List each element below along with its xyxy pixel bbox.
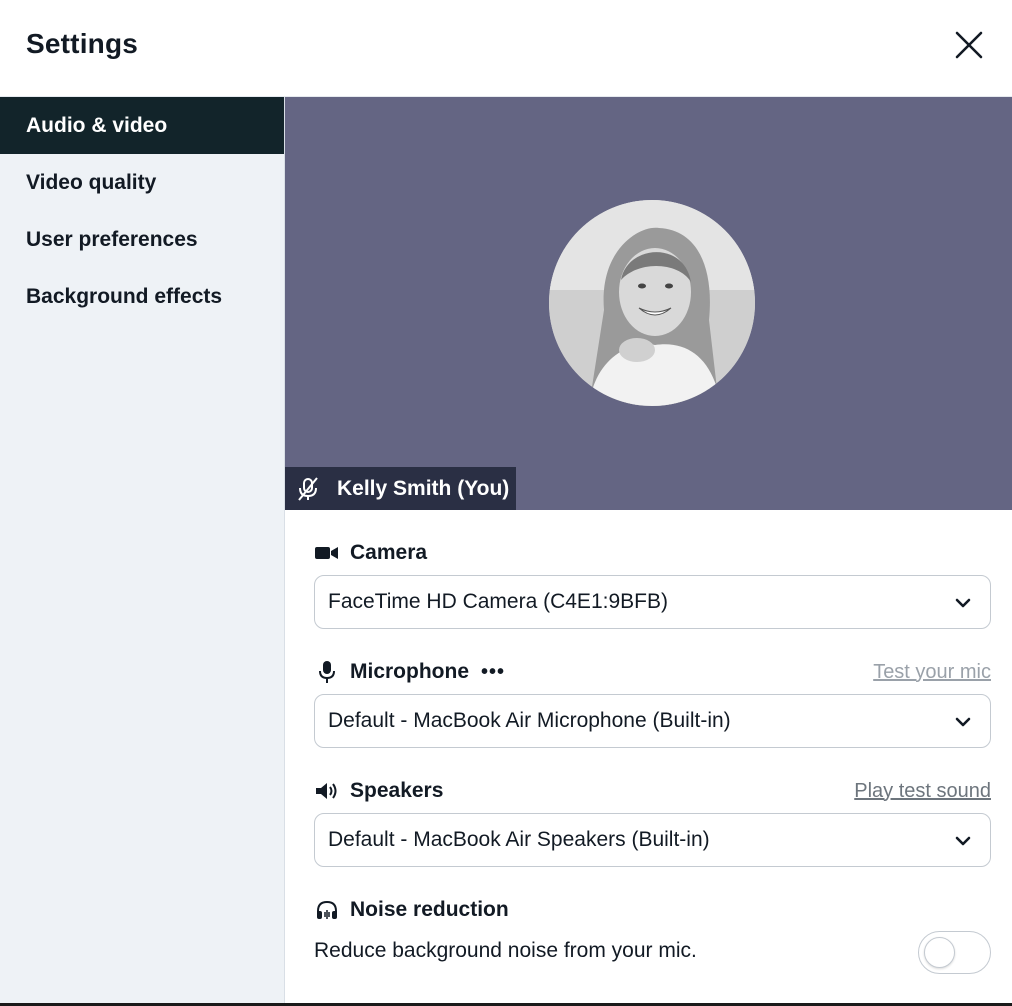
speaker-icon [314,778,340,804]
sidebar-item-audio-video[interactable]: Audio & video [0,97,284,154]
microphone-label-row: Microphone ••• Test your mic [314,657,991,687]
speakers-selected-value: Default - MacBook Air Speakers (Built-in… [328,828,710,851]
camera-select[interactable]: FaceTime HD Camera (C4E1:9BFB) [314,575,991,629]
microphone-selected-value: Default - MacBook Air Microphone (Built-… [328,709,731,732]
mic-activity-indicator: ••• [481,660,506,683]
noise-reduction-label-row: Noise reduction [314,895,991,925]
chevron-down-icon [955,717,971,727]
sidebar-item-user-preferences[interactable]: User preferences [0,211,284,268]
settings-header: Settings [0,0,1012,97]
noise-reduction-description: Reduce background noise from your mic. [314,939,697,962]
sidebar-item-video-quality[interactable]: Video quality [0,154,284,211]
noise-reduction-toggle[interactable] [918,931,991,974]
play-test-sound-link[interactable]: Play test sound [854,780,991,803]
speakers-label-row: Speakers Play test sound [314,776,991,806]
headphones-icon [314,897,340,923]
microphone-icon [314,659,340,685]
camera-label: Camera [350,541,428,564]
chevron-down-icon [955,836,971,846]
microphone-label: Microphone [350,660,469,683]
avatar-photo [549,200,755,406]
page-title: Settings [26,28,139,59]
audio-video-panel: Kelly Smith (You) Camera FaceTime HD Cam… [285,97,1012,1006]
speakers-select[interactable]: Default - MacBook Air Speakers (Built-in… [314,813,991,867]
close-icon [955,31,983,59]
toggle-knob [924,937,955,968]
video-preview: Kelly Smith (You) [285,97,1012,510]
avatar [549,200,755,406]
camera-icon [314,540,340,566]
participant-name-tag: Kelly Smith (You) [285,467,517,510]
mic-off-icon [298,476,318,501]
noise-reduction-label: Noise reduction [350,898,509,921]
speakers-label: Speakers [350,779,444,802]
camera-selected-value: FaceTime HD Camera (C4E1:9BFB) [328,590,668,613]
chevron-down-icon [955,598,971,608]
camera-label-row: Camera [314,538,991,568]
settings-sidebar: Audio & video Video quality User prefere… [0,97,285,1006]
close-button[interactable] [952,28,986,62]
sidebar-item-background-effects[interactable]: Background effects [0,268,284,325]
microphone-select[interactable]: Default - MacBook Air Microphone (Built-… [314,694,991,748]
participant-name: Kelly Smith (You) [337,476,510,500]
test-mic-link[interactable]: Test your mic [873,661,991,684]
